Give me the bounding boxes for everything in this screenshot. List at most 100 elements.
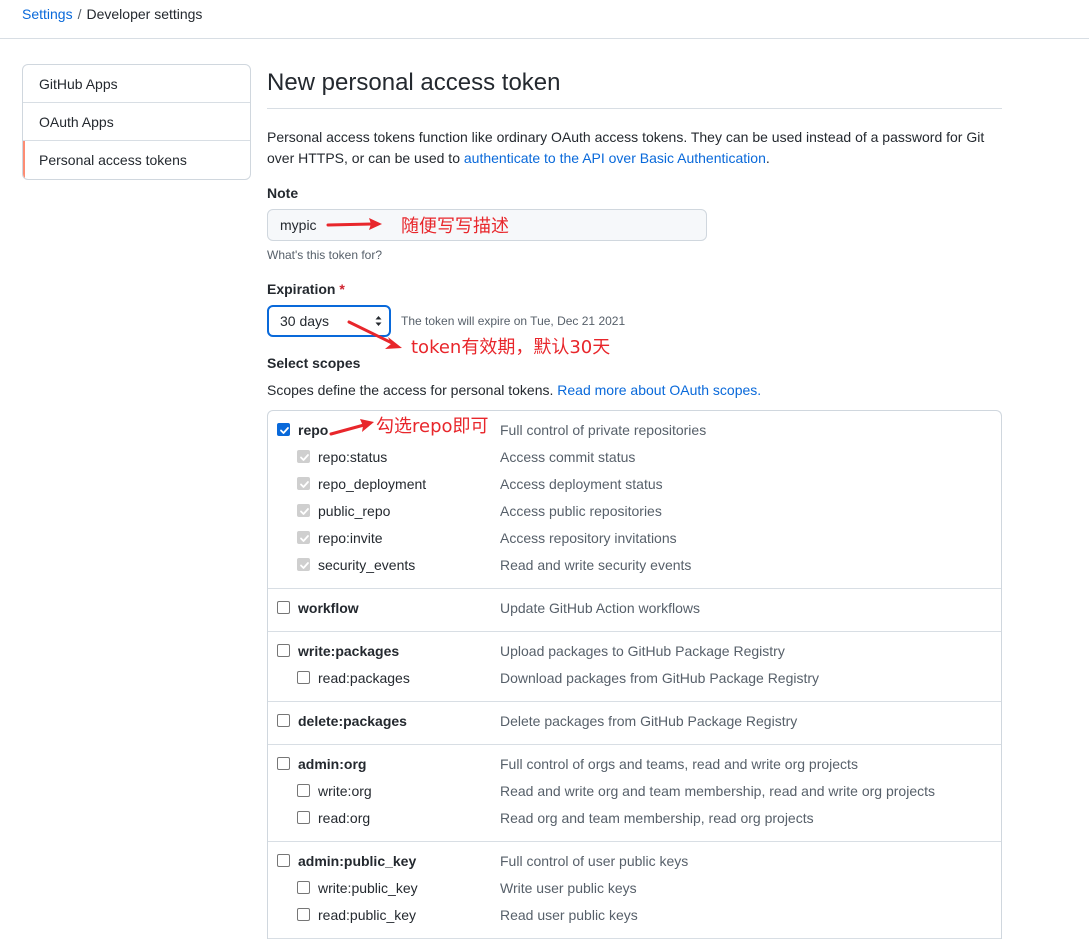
- scope-name[interactable]: write:packages: [298, 643, 399, 659]
- scope-checkbox[interactable]: [297, 671, 310, 684]
- scope-name[interactable]: admin:public_key: [298, 853, 416, 869]
- scopes-label: Select scopes: [267, 355, 361, 371]
- main-content: New personal access token Personal acces…: [267, 64, 1002, 939]
- scope-name[interactable]: write:org: [318, 783, 372, 799]
- scope-row: admin:public_key Full control of user pub…: [268, 850, 1001, 877]
- scope-row: write:org Read and write org and team mem…: [268, 780, 1001, 807]
- scope-description: Access repository invitations: [500, 530, 677, 546]
- note-hint: What's this token for?: [267, 248, 383, 262]
- scope-name[interactable]: repo: [298, 422, 328, 438]
- scope-row: read:public_key Read user public keys: [268, 904, 1001, 931]
- scope-name[interactable]: repo:invite: [318, 530, 383, 546]
- scope-checkbox[interactable]: [297, 881, 310, 894]
- scope-name[interactable]: repo_deployment: [318, 476, 426, 492]
- scope-name[interactable]: public_repo: [318, 503, 390, 519]
- scope-row: write:public_key Write user public keys: [268, 877, 1001, 904]
- scope-row: read:packages Download packages from GitH…: [268, 667, 1001, 694]
- scope-checkbox[interactable]: [277, 714, 290, 727]
- scope-group-write-packages: write:packages Upload packages to GitHub …: [268, 632, 1001, 702]
- scope-checkbox[interactable]: [277, 423, 290, 436]
- scope-group-delete-packages: delete:packages Delete packages from GitH…: [268, 702, 1001, 745]
- scope-description: Access public repositories: [500, 503, 662, 519]
- scope-checkbox[interactable]: [297, 531, 310, 544]
- scopes-list: repo Full control of private repositories…: [267, 410, 1002, 939]
- scope-description: Full control of private repositories: [500, 422, 707, 438]
- scope-group-admin-org: admin:org Full control of orgs and teams,…: [268, 745, 1001, 842]
- scope-name[interactable]: repo:status: [318, 449, 387, 465]
- basic-auth-link[interactable]: authenticate to the API over Basic Authe…: [464, 150, 766, 166]
- scope-description: Delete packages from GitHub Package Regi…: [500, 713, 798, 729]
- scope-checkbox[interactable]: [277, 601, 290, 614]
- scope-checkbox[interactable]: [277, 854, 290, 867]
- scope-description: Read and write security events: [500, 557, 692, 573]
- scope-row: repo:invite Access repository invitations: [268, 527, 1001, 554]
- annotation-arrow-note: [326, 218, 382, 230]
- page-title: New personal access token: [267, 64, 1002, 109]
- scope-row: repo:status Access commit status: [268, 446, 1001, 473]
- scope-row: delete:packages Delete packages from GitH…: [268, 710, 1001, 737]
- scope-row: admin:org Full control of orgs and teams,…: [268, 753, 1001, 780]
- annotation-arrow-repo: [329, 419, 374, 436]
- scope-description: Full control of user public keys: [500, 853, 689, 869]
- scope-checkbox[interactable]: [297, 784, 310, 797]
- scope-row: repo_deployment Access deployment status: [268, 473, 1001, 500]
- scope-row: workflow Update GitHub Action workflows: [268, 597, 1001, 624]
- breadcrumb: Settings / Developer settings: [22, 5, 202, 23]
- scope-description: Read user public keys: [500, 907, 638, 923]
- scopes-desc-text: Scopes define the access for personal to…: [267, 382, 558, 398]
- scope-name[interactable]: security_events: [318, 557, 415, 573]
- scope-name[interactable]: read:packages: [318, 670, 410, 686]
- required-mark: *: [339, 281, 345, 297]
- breadcrumb-settings-link[interactable]: Settings: [22, 6, 73, 22]
- top-bar: Settings / Developer settings: [0, 0, 1089, 39]
- scope-description: Upload packages to GitHub Package Regist…: [500, 643, 785, 659]
- scope-name[interactable]: read:public_key: [318, 907, 416, 923]
- expiration-selected-value: 30 days: [280, 313, 330, 329]
- scope-name[interactable]: delete:packages: [298, 713, 407, 729]
- breadcrumb-separator: /: [77, 6, 82, 22]
- annotation-expiration: token有效期，默认30天: [411, 337, 611, 358]
- scope-checkbox[interactable]: [297, 811, 310, 824]
- sidebar-item-oauth-apps[interactable]: OAuth Apps: [23, 103, 250, 141]
- scope-row: write:packages Upload packages to GitHub …: [268, 640, 1001, 667]
- scope-description: Full control of orgs and teams, read and…: [500, 756, 858, 772]
- scope-checkbox[interactable]: [277, 644, 290, 657]
- scope-row: public_repo Access public repositories: [268, 500, 1001, 527]
- scope-checkbox[interactable]: [297, 908, 310, 921]
- annotation-note: 随便写写描述: [401, 216, 509, 237]
- scope-group-admin-public-key: admin:public_key Full control of user pub…: [268, 842, 1001, 939]
- scope-group-workflow: workflow Update GitHub Action workflows: [268, 589, 1001, 632]
- expiration-label: Expiration *: [267, 281, 345, 297]
- scope-description: Download packages from GitHub Package Re…: [500, 670, 820, 686]
- scope-description: Access deployment status: [500, 476, 663, 492]
- scope-checkbox[interactable]: [297, 450, 310, 463]
- scope-name[interactable]: workflow: [298, 600, 359, 616]
- oauth-scopes-link[interactable]: Read more about OAuth scopes.: [557, 382, 761, 398]
- scope-checkbox[interactable]: [297, 504, 310, 517]
- scope-description: Update GitHub Action workflows: [500, 600, 700, 616]
- scope-description: Read org and team membership, read org p…: [500, 810, 814, 826]
- sidebar-item-github-apps[interactable]: GitHub Apps: [23, 65, 250, 103]
- annotation-arrow-expiration: [347, 320, 402, 349]
- scope-name[interactable]: admin:org: [298, 756, 366, 772]
- intro-end: .: [765, 150, 770, 166]
- expiration-note: The token will expire on Tue, Dec 21 202…: [401, 314, 626, 328]
- scopes-description: Scopes define the access for personal to…: [267, 382, 761, 398]
- breadcrumb-current: Developer settings: [86, 6, 203, 22]
- scope-row: read:org Read org and team membership, re…: [268, 807, 1001, 834]
- scope-description: Access commit status: [500, 449, 636, 465]
- scope-checkbox[interactable]: [297, 558, 310, 571]
- sidebar-item-personal-access-tokens[interactable]: Personal access tokens: [23, 141, 250, 179]
- scope-description: Write user public keys: [500, 880, 637, 896]
- annotation-repo: 勾选repo即可: [376, 416, 489, 437]
- note-label: Note: [267, 185, 299, 201]
- scope-name[interactable]: read:org: [318, 810, 370, 826]
- scope-description: Read and write org and team membership, …: [500, 783, 935, 799]
- scope-name[interactable]: write:public_key: [318, 880, 418, 896]
- expiration-label-text: Expiration: [267, 281, 336, 297]
- sidebar-nav: GitHub Apps OAuth Apps Personal access t…: [22, 64, 251, 180]
- scope-checkbox[interactable]: [277, 757, 290, 770]
- scope-row: security_events Read and write security e…: [268, 554, 1001, 581]
- intro-paragraph: Personal access tokens function like ord…: [267, 127, 1002, 169]
- scope-checkbox[interactable]: [297, 477, 310, 490]
